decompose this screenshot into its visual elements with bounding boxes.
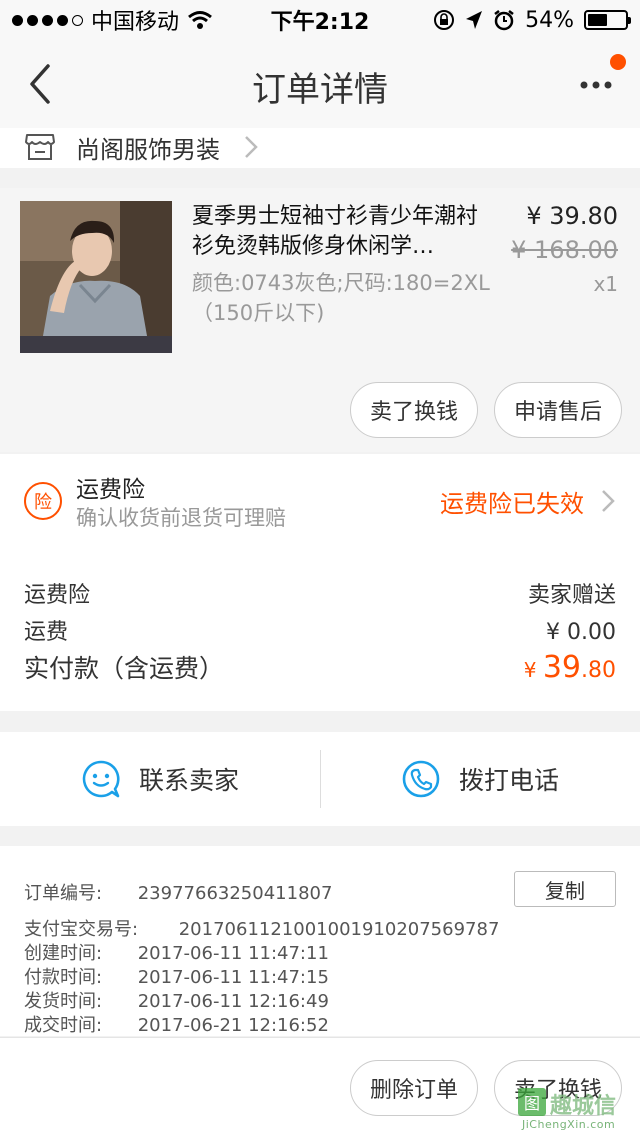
back-button[interactable] (22, 60, 62, 108)
signal-icon (12, 14, 83, 26)
watermark-url: JiChengXin.com (522, 1118, 616, 1131)
paid-time: 2017-06-11 11:47:15 (137, 967, 329, 988)
status-bar: 下午2:12 中国移动 54% (0, 0, 640, 40)
phone-icon (402, 760, 440, 798)
completed-time-label: 成交时间: (24, 1015, 103, 1036)
order-number: 23977663250411807 (137, 883, 333, 904)
shipped-time-row: 发货时间: 2017-06-11 12:16:49 (24, 987, 329, 1013)
chevron-left-icon (30, 64, 50, 104)
battery-percent: 54% (525, 7, 574, 33)
delete-order-button[interactable]: 删除订单 (350, 1060, 478, 1116)
watermark-logo: 图 趣城信 JiChengXin.com (516, 1086, 634, 1132)
product-sku: 颜色:0743灰色;尺码:180=2XL（150斤以下) (192, 271, 490, 325)
contact-seller-button[interactable]: 联系卖家 (0, 732, 320, 826)
product-title[interactable]: 夏季男士短袖寸衫青少年潮衬衫免烫韩版修身休闲学… (192, 202, 492, 262)
paid-time-row: 付款时间: 2017-06-11 11:47:15 (24, 963, 329, 989)
order-info: 订单编号: 23977663250411807 复制 支付宝交易号: 20170… (0, 846, 640, 1036)
created-time: 2017-06-11 11:47:11 (137, 943, 329, 964)
store-icon (25, 134, 55, 160)
chevron-right-icon (602, 490, 615, 512)
battery-level (588, 14, 608, 26)
fee-label: 运费 (24, 620, 69, 645)
insurance-title: 运费险 (76, 477, 145, 503)
fee-value: ¥ 0.00 (546, 620, 616, 645)
chevron-right-icon (245, 136, 258, 158)
watermark-text: 趣城信 (550, 1094, 617, 1119)
created-time-row: 创建时间: 2017-06-11 11:47:11 (24, 939, 329, 965)
total-label: 实付款（含运费） (24, 654, 225, 683)
more-dots-icon (580, 81, 612, 89)
shop-row[interactable]: 尚阁服饰男装 (0, 128, 640, 168)
fee-label: 运费险 (24, 583, 91, 608)
order-item[interactable]: 夏季男士短袖寸衫青少年潮衬衫免烫韩版修身休闲学… 颜色:0743灰色;尺码:18… (0, 188, 640, 452)
more-button[interactable] (578, 70, 618, 100)
fee-row-total: 实付款（含运费） ¥ 39.80 (24, 649, 616, 685)
paid-time-label: 付款时间: (24, 967, 103, 988)
call-phone-button[interactable]: 拨打电话 (320, 732, 640, 826)
battery-icon (584, 10, 631, 30)
apply-after-sale-button[interactable]: 申请售后 (494, 382, 622, 438)
chat-icon (82, 760, 120, 798)
shipping-insurance[interactable]: 险 运费险 确认收货前退货可理赔 运费险已失效 (0, 454, 640, 549)
shipped-time: 2017-06-11 12:16:49 (137, 991, 329, 1012)
rotation-lock-icon (434, 10, 455, 30)
insurance-status[interactable]: 运费险已失效 (440, 484, 584, 519)
notification-badge (610, 54, 626, 70)
location-icon (466, 11, 483, 29)
copy-button[interactable]: 复制 (514, 871, 616, 907)
product-original-price: ¥ 168.00 (511, 236, 618, 264)
fee-row-insurance: 运费险 卖家赠送 (24, 577, 616, 609)
fee-row-shipping: 运费 ¥ 0.00 (24, 614, 616, 646)
fee-summary: 运费险 卖家赠送 运费 ¥ 0.00 实付款（含运费） ¥ 39.80 (0, 549, 640, 711)
shop-name: 尚阁服饰男装 (76, 136, 220, 164)
alipay-number-row: 支付宝交易号: 2017061121001001910207569787 (24, 915, 499, 941)
completed-time: 2017-06-21 12:16:52 (137, 1015, 329, 1036)
sell-for-cash-button[interactable]: 卖了换钱 (350, 382, 478, 438)
completed-time-row: 成交时间: 2017-06-21 12:16:52 (24, 1011, 329, 1037)
alarm-icon (494, 10, 514, 31)
insurance-subtitle: 确认收货前退货可理赔 (76, 506, 286, 530)
created-time-label: 创建时间: (24, 943, 103, 964)
nav-bar: 订单详情 (0, 40, 640, 128)
contact-bar: 联系卖家 拨打电话 (0, 732, 640, 826)
product-thumbnail[interactable] (20, 201, 172, 353)
shipped-time-label: 发货时间: (24, 991, 103, 1012)
product-price: ¥ 39.80 (526, 202, 618, 230)
wifi-icon (188, 11, 212, 29)
watermark-box: 图 (518, 1088, 546, 1116)
total-amount: ¥ 39.80 (523, 650, 616, 685)
order-number-row: 订单编号: 23977663250411807 (24, 879, 332, 905)
page-title: 订单详情 (252, 70, 388, 110)
insurance-icon: 险 (24, 482, 62, 520)
order-number-label: 订单编号: (24, 883, 103, 904)
fee-value: 卖家赠送 (527, 583, 616, 608)
call-phone-label: 拨打电话 (458, 766, 559, 795)
product-quantity: x1 (593, 272, 618, 296)
contact-seller-label: 联系卖家 (138, 766, 239, 795)
alipay-number-label: 支付宝交易号: (24, 919, 139, 940)
alipay-number: 2017061121001001910207569787 (178, 919, 500, 940)
carrier-name: 中国移动 (91, 10, 180, 35)
